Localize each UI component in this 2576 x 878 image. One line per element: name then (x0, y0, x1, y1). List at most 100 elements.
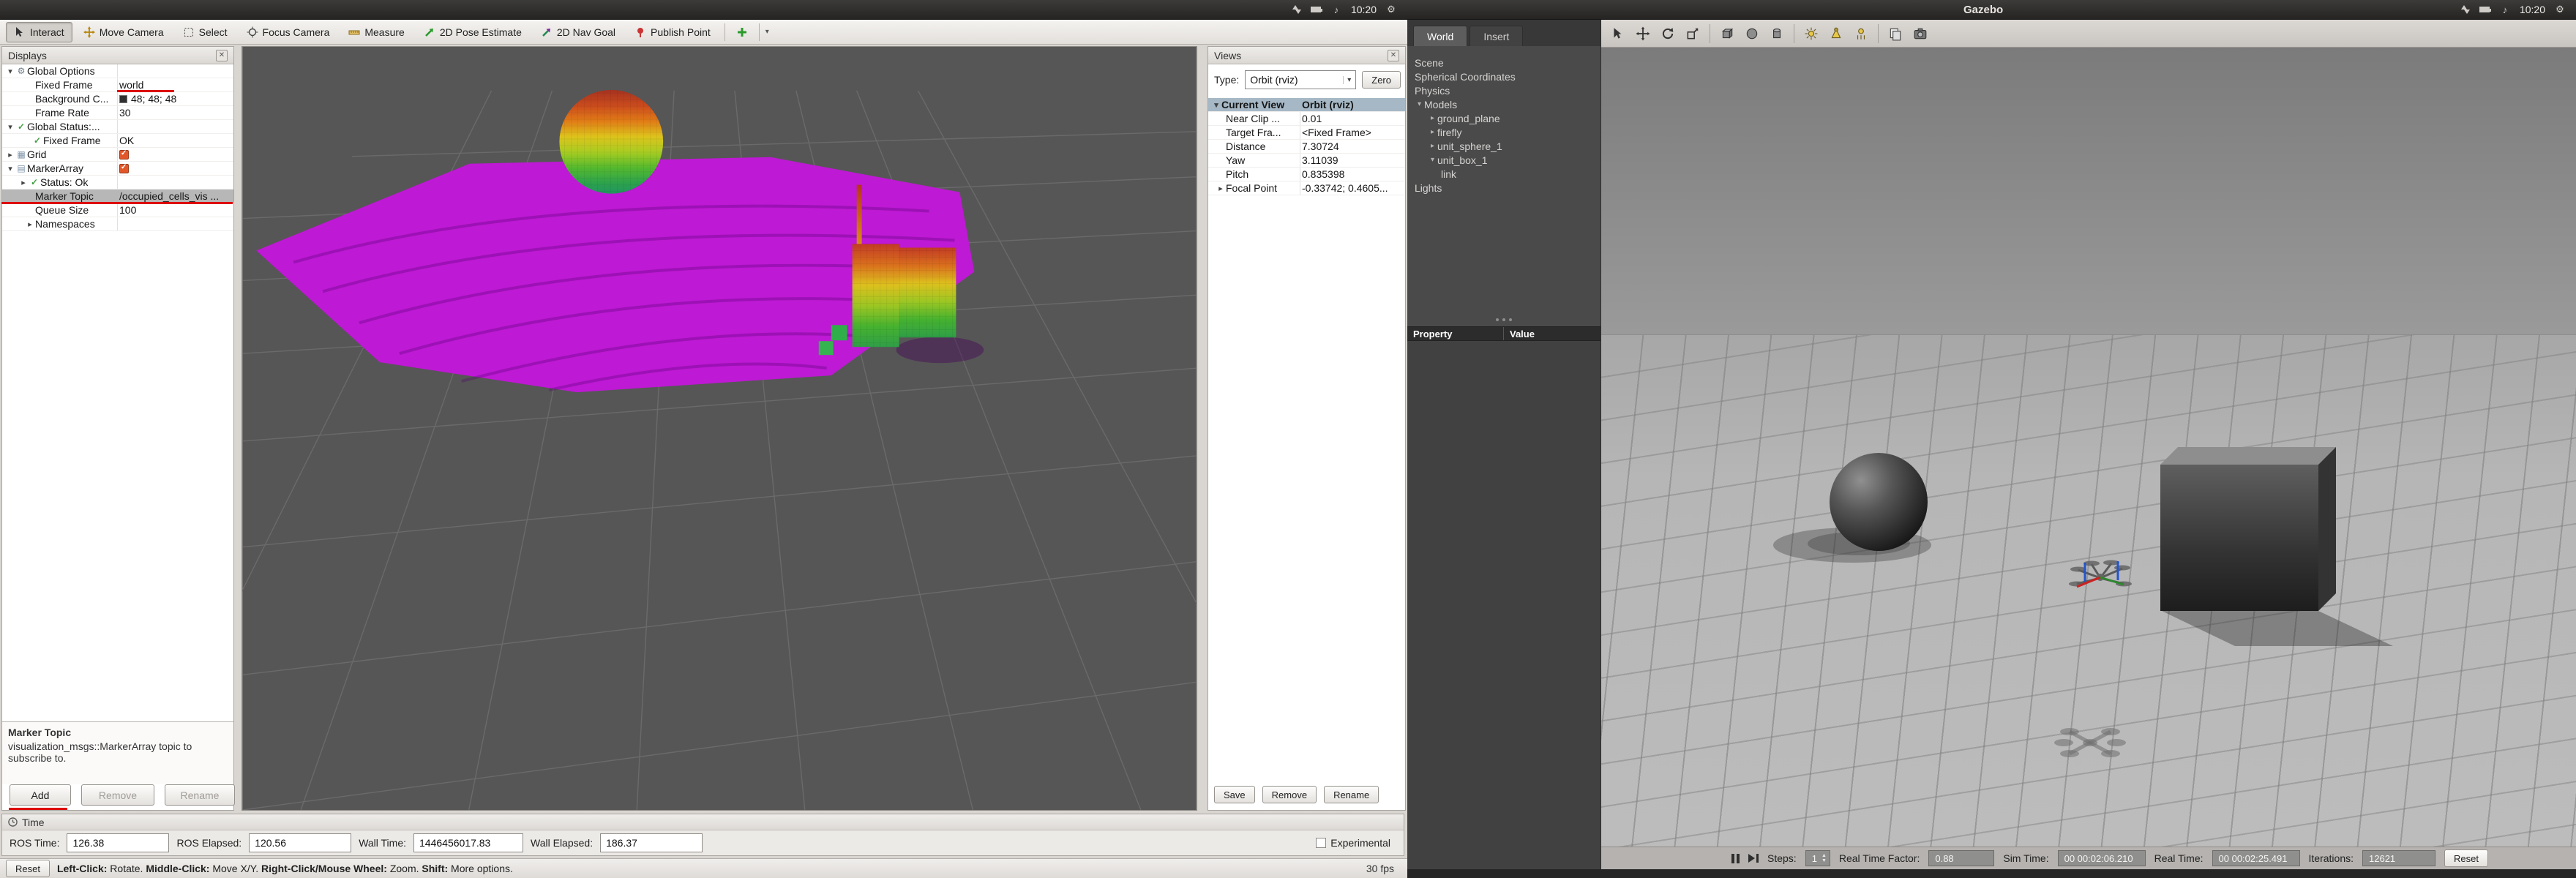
zero-button[interactable]: Zero (1362, 71, 1401, 89)
row-value[interactable]: /occupied_cells_vis ... (119, 190, 219, 202)
tree-item-spherical-coordinates[interactable]: Spherical Coordinates (1407, 70, 1601, 83)
add-tool-button[interactable] (731, 22, 753, 42)
sound-icon[interactable]: ♪ (2499, 4, 2511, 15)
tree-item-physics[interactable]: Physics (1407, 83, 1601, 97)
rviz-3d-view[interactable] (242, 46, 1197, 811)
row-yaw[interactable]: Yaw 3.11039 (1208, 154, 1405, 168)
tree-item-firefly[interactable]: firefly (1407, 125, 1601, 139)
tree-item-scene[interactable]: Scene (1407, 56, 1601, 70)
unit-sphere-model[interactable] (1830, 453, 1928, 551)
chevron-down-icon[interactable]: ▾ (765, 28, 769, 36)
network-icon[interactable] (1292, 5, 1301, 14)
copy-icon[interactable] (1884, 23, 1906, 45)
row-global-status[interactable]: Global Status:... (2, 120, 233, 134)
wall-time-field[interactable]: 1446456017.83 (413, 833, 524, 852)
clock-label[interactable]: 10:20 (1351, 4, 1377, 15)
cylinder-icon[interactable] (1766, 23, 1788, 45)
session-gear-icon[interactable]: ⚙ (2554, 4, 2566, 15)
row-marker-status[interactable]: Status: Ok (2, 176, 233, 190)
clock-label[interactable]: 10:20 (2520, 4, 2545, 15)
expander-icon[interactable] (5, 150, 15, 160)
remove-button[interactable]: Remove (1262, 786, 1317, 803)
display-enabled-checkbox[interactable] (119, 149, 129, 160)
tree-item-models[interactable]: Models (1407, 97, 1601, 111)
views-panel-header[interactable]: Views ✕ (1208, 47, 1405, 64)
tree-item-unit-box[interactable]: unit_box_1 (1407, 153, 1601, 167)
battery-icon[interactable] (1310, 4, 1322, 15)
unit-box-model[interactable] (2160, 465, 2318, 611)
spotlight-icon[interactable] (1825, 23, 1847, 45)
pose-estimate-button[interactable]: 2D Pose Estimate (416, 22, 530, 42)
remove-button[interactable]: Remove (81, 784, 154, 806)
tab-insert[interactable]: Insert (1469, 26, 1524, 46)
row-pitch[interactable]: Pitch 0.835398 (1208, 168, 1405, 181)
tree-item-link[interactable]: link (1407, 167, 1601, 181)
pause-icon[interactable] (1731, 853, 1740, 863)
panel-splitter[interactable] (1407, 318, 1600, 321)
row-value[interactable]: 48; 48; 48 (119, 93, 176, 105)
row-focal-point[interactable]: Focal Point -0.33742; 0.4605... (1208, 181, 1405, 195)
row-markerarray-display[interactable]: MarkerArray (2, 162, 233, 176)
row-value[interactable]: 30 (119, 107, 131, 119)
expander-icon[interactable] (1428, 142, 1437, 150)
expander-icon[interactable] (1211, 100, 1221, 110)
expander-icon[interactable] (5, 164, 15, 173)
row-current-view[interactable]: Current View Orbit (rviz) (1208, 98, 1405, 112)
scale-icon[interactable] (1682, 23, 1704, 45)
wall-elapsed-field[interactable]: 186.37 (600, 833, 703, 852)
row-value[interactable]: 0.835398 (1302, 168, 1344, 180)
expander-icon[interactable] (18, 178, 29, 187)
firefly-drone-model[interactable] (2069, 560, 2132, 588)
row-target-frame[interactable]: Target Fra... <Fixed Frame> (1208, 126, 1405, 140)
gazebo-reset-button[interactable]: Reset (2444, 849, 2488, 867)
expander-icon[interactable] (1415, 100, 1424, 108)
gazebo-3d-view[interactable] (1601, 48, 2576, 847)
select-arrow-icon[interactable] (1607, 23, 1629, 45)
row-value[interactable]: <Fixed Frame> (1302, 127, 1371, 138)
row-value[interactable]: -0.33742; 0.4605... (1302, 182, 1388, 194)
row-value[interactable]: 7.30724 (1302, 140, 1339, 152)
ros-time-field[interactable]: 126.38 (67, 833, 170, 852)
row-distance[interactable]: Distance 7.30724 (1208, 140, 1405, 154)
display-enabled-checkbox[interactable] (119, 163, 129, 173)
rename-button[interactable]: Rename (165, 784, 235, 806)
rename-button[interactable]: Rename (1324, 786, 1379, 803)
row-frame-rate[interactable]: Frame Rate 30 (2, 106, 233, 120)
network-icon[interactable] (2460, 5, 2470, 14)
tree-item-lights[interactable]: Lights (1407, 181, 1601, 195)
close-icon[interactable]: ✕ (1388, 49, 1399, 61)
tree-item-ground-plane[interactable]: ground_plane (1407, 111, 1601, 125)
screenshot-icon[interactable] (1909, 23, 1931, 45)
reset-button[interactable]: Reset (6, 860, 50, 877)
cube-icon[interactable] (1716, 23, 1738, 45)
expander-icon[interactable] (1428, 156, 1437, 164)
rotate-icon[interactable] (1657, 23, 1679, 45)
view-type-dropdown[interactable]: Orbit (rviz) ▾ (1245, 70, 1357, 89)
sphere-icon[interactable] (1741, 23, 1763, 45)
ros-elapsed-field[interactable]: 120.56 (249, 833, 352, 852)
tree-item-unit-sphere[interactable]: unit_sphere_1 (1407, 139, 1601, 153)
row-background-color[interactable]: Background C... 48; 48; 48 (2, 92, 233, 106)
displays-panel-header[interactable]: Displays ✕ (2, 47, 233, 64)
measure-button[interactable]: Measure (340, 22, 412, 42)
row-value[interactable]: world (119, 79, 143, 91)
sound-icon[interactable]: ♪ (1330, 4, 1342, 15)
time-panel-header[interactable]: Time (2, 814, 1404, 830)
session-gear-icon[interactable]: ⚙ (1385, 4, 1397, 15)
steps-spinner[interactable]: 1 ▲ ▼ (1805, 850, 1830, 866)
row-value[interactable]: 3.11039 (1302, 154, 1338, 166)
row-value[interactable]: 0.01 (1302, 113, 1322, 124)
step-icon[interactable] (1748, 854, 1759, 863)
expander-icon[interactable] (5, 67, 15, 76)
pointlight-icon[interactable] (1800, 23, 1822, 45)
row-status-fixed-frame[interactable]: Fixed Frame OK (2, 134, 233, 148)
select-button[interactable]: Select (175, 22, 236, 42)
tab-world[interactable]: World (1413, 26, 1468, 46)
move-camera-button[interactable]: Move Camera (75, 22, 172, 42)
row-queue-size[interactable]: Queue Size 100 (2, 203, 233, 217)
interact-button[interactable]: Interact (6, 21, 72, 42)
experimental-checkbox[interactable]: Experimental (1316, 837, 1396, 849)
translate-icon[interactable] (1632, 23, 1654, 45)
row-grid-display[interactable]: Grid (2, 148, 233, 162)
expander-icon[interactable] (1428, 128, 1437, 136)
